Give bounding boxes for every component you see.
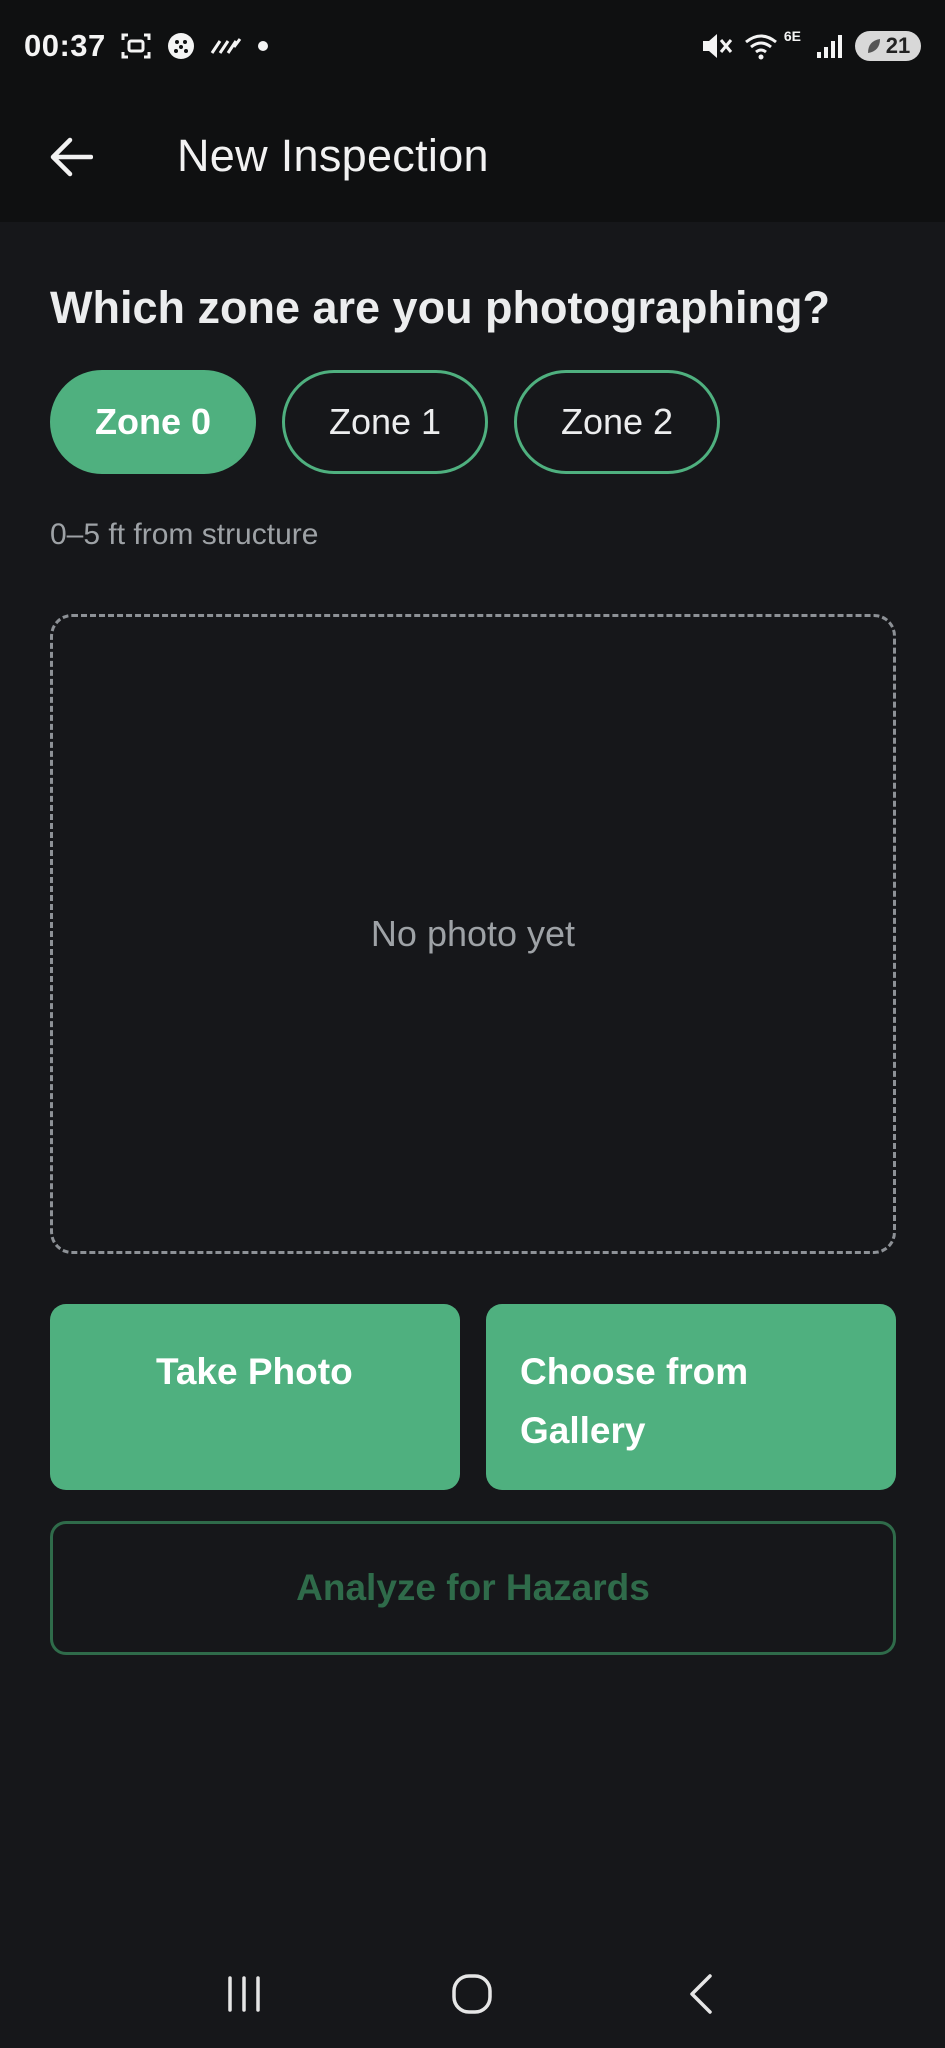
photo-empty-text: No photo yet [370, 913, 576, 954]
recent-apps-icon [224, 1976, 264, 2012]
recent-apps-button[interactable] [204, 1954, 284, 2034]
battery-saver-icon [866, 37, 882, 55]
network-type-label: 6E [783, 28, 801, 44]
choose-gallery-label-line1: Choose from [520, 1351, 749, 1392]
status-time: 00:37 [24, 28, 106, 63]
home-button[interactable] [432, 1954, 512, 2034]
mute-icon [700, 31, 734, 61]
screenshot-icon [120, 31, 152, 61]
zone-hint: 0–5 ft from structure [50, 518, 319, 551]
zone-0-chip[interactable]: Zone 0 [50, 370, 256, 474]
take-photo-button[interactable]: Take Photo [50, 1304, 460, 1490]
battery-level: 21 [885, 33, 911, 58]
battery-indicator: 21 [855, 31, 921, 61]
choose-gallery-label-line2: Gallery [520, 1410, 646, 1451]
app-bar: New Inspection [0, 92, 945, 222]
zone-2-chip[interactable]: Zone 2 [514, 370, 720, 474]
zone-selector: Zone 0 Zone 1 Zone 2 [50, 370, 720, 474]
home-icon [450, 1972, 494, 2016]
status-bar: 00:37 6E 21 [0, 0, 945, 92]
zone-1-chip[interactable]: Zone 1 [282, 370, 488, 474]
zone-question: Which zone are you photographing? [50, 282, 830, 333]
app-dots-icon [166, 31, 196, 61]
signal-stripes-icon [210, 35, 242, 57]
status-left: 00:37 [24, 28, 270, 64]
arrow-left-icon [49, 137, 93, 177]
choose-gallery-button[interactable]: Choose from Gallery [486, 1304, 896, 1490]
page-title: New Inspection [177, 130, 489, 181]
wifi-icon [744, 32, 778, 60]
nav-back-button[interactable] [661, 1954, 741, 2034]
analyze-hazards-button[interactable]: Analyze for Hazards [50, 1521, 896, 1655]
photo-actions: Take Photo Choose from Gallery [50, 1304, 896, 1490]
notification-dot-icon [256, 39, 270, 53]
screen: 00:37 6E 21 New Inspection Which zone ar… [0, 0, 945, 2048]
back-button[interactable] [34, 120, 108, 194]
take-photo-label: Take Photo [156, 1351, 353, 1392]
back-nav-icon [686, 1972, 716, 2016]
system-nav-bar [0, 1940, 945, 2048]
cellular-signal-icon [815, 32, 845, 60]
status-right: 6E 21 [700, 28, 921, 61]
photo-preview: No photo yet [50, 614, 896, 1254]
